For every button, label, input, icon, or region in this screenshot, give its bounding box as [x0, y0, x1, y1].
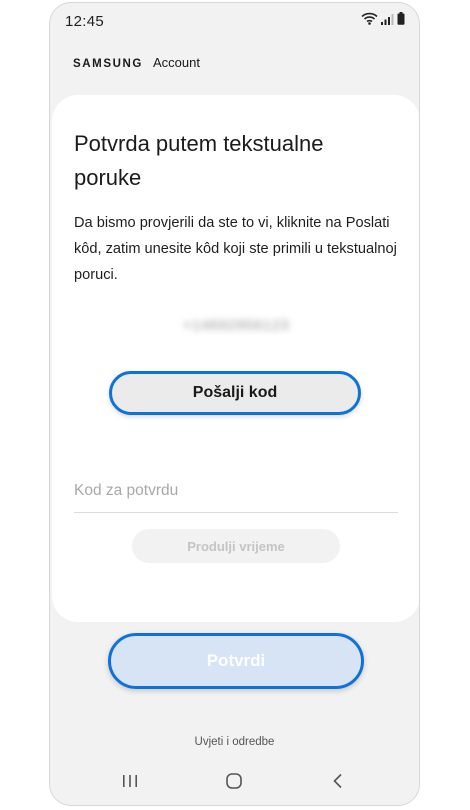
instructions-text: Da bismo provjerili da ste to vi, klikni…	[74, 215, 397, 283]
confirm-button[interactable]: Potvrdi	[108, 633, 364, 689]
verification-code-field[interactable]	[74, 473, 398, 513]
status-time: 12:45	[65, 13, 105, 30]
home-icon[interactable]	[222, 770, 246, 792]
terms-and-conditions-link[interactable]: Uvjeti i odredbe	[50, 736, 419, 748]
back-icon[interactable]	[326, 770, 350, 792]
status-icons	[361, 12, 405, 25]
verification-card: Potvrda putem tekstualne poruke Da bismo…	[52, 95, 419, 622]
page-title: Potvrda putem tekstualne poruke	[74, 131, 324, 190]
status-bar: 12:45	[50, 3, 419, 37]
brand-product: Account	[152, 55, 200, 70]
extend-time-button[interactable]: Produlji vrijeme	[132, 529, 340, 563]
battery-icon	[397, 12, 405, 25]
phone-screen: 12:45 SAMSUNG Account Potvrda putem teks…	[49, 2, 420, 806]
send-code-button[interactable]: Pošalji kod	[109, 371, 361, 415]
samsung-logo: SAMSUNG	[73, 58, 143, 70]
navigation-bar	[50, 755, 419, 805]
signal-icon	[381, 14, 394, 25]
verification-code-input[interactable]	[74, 473, 398, 509]
samsung-account-header: SAMSUNG Account	[73, 55, 200, 70]
wifi-icon	[361, 12, 378, 25]
recent-apps-icon[interactable]	[118, 770, 142, 792]
masked-phone-number: +14692956123	[182, 317, 290, 334]
